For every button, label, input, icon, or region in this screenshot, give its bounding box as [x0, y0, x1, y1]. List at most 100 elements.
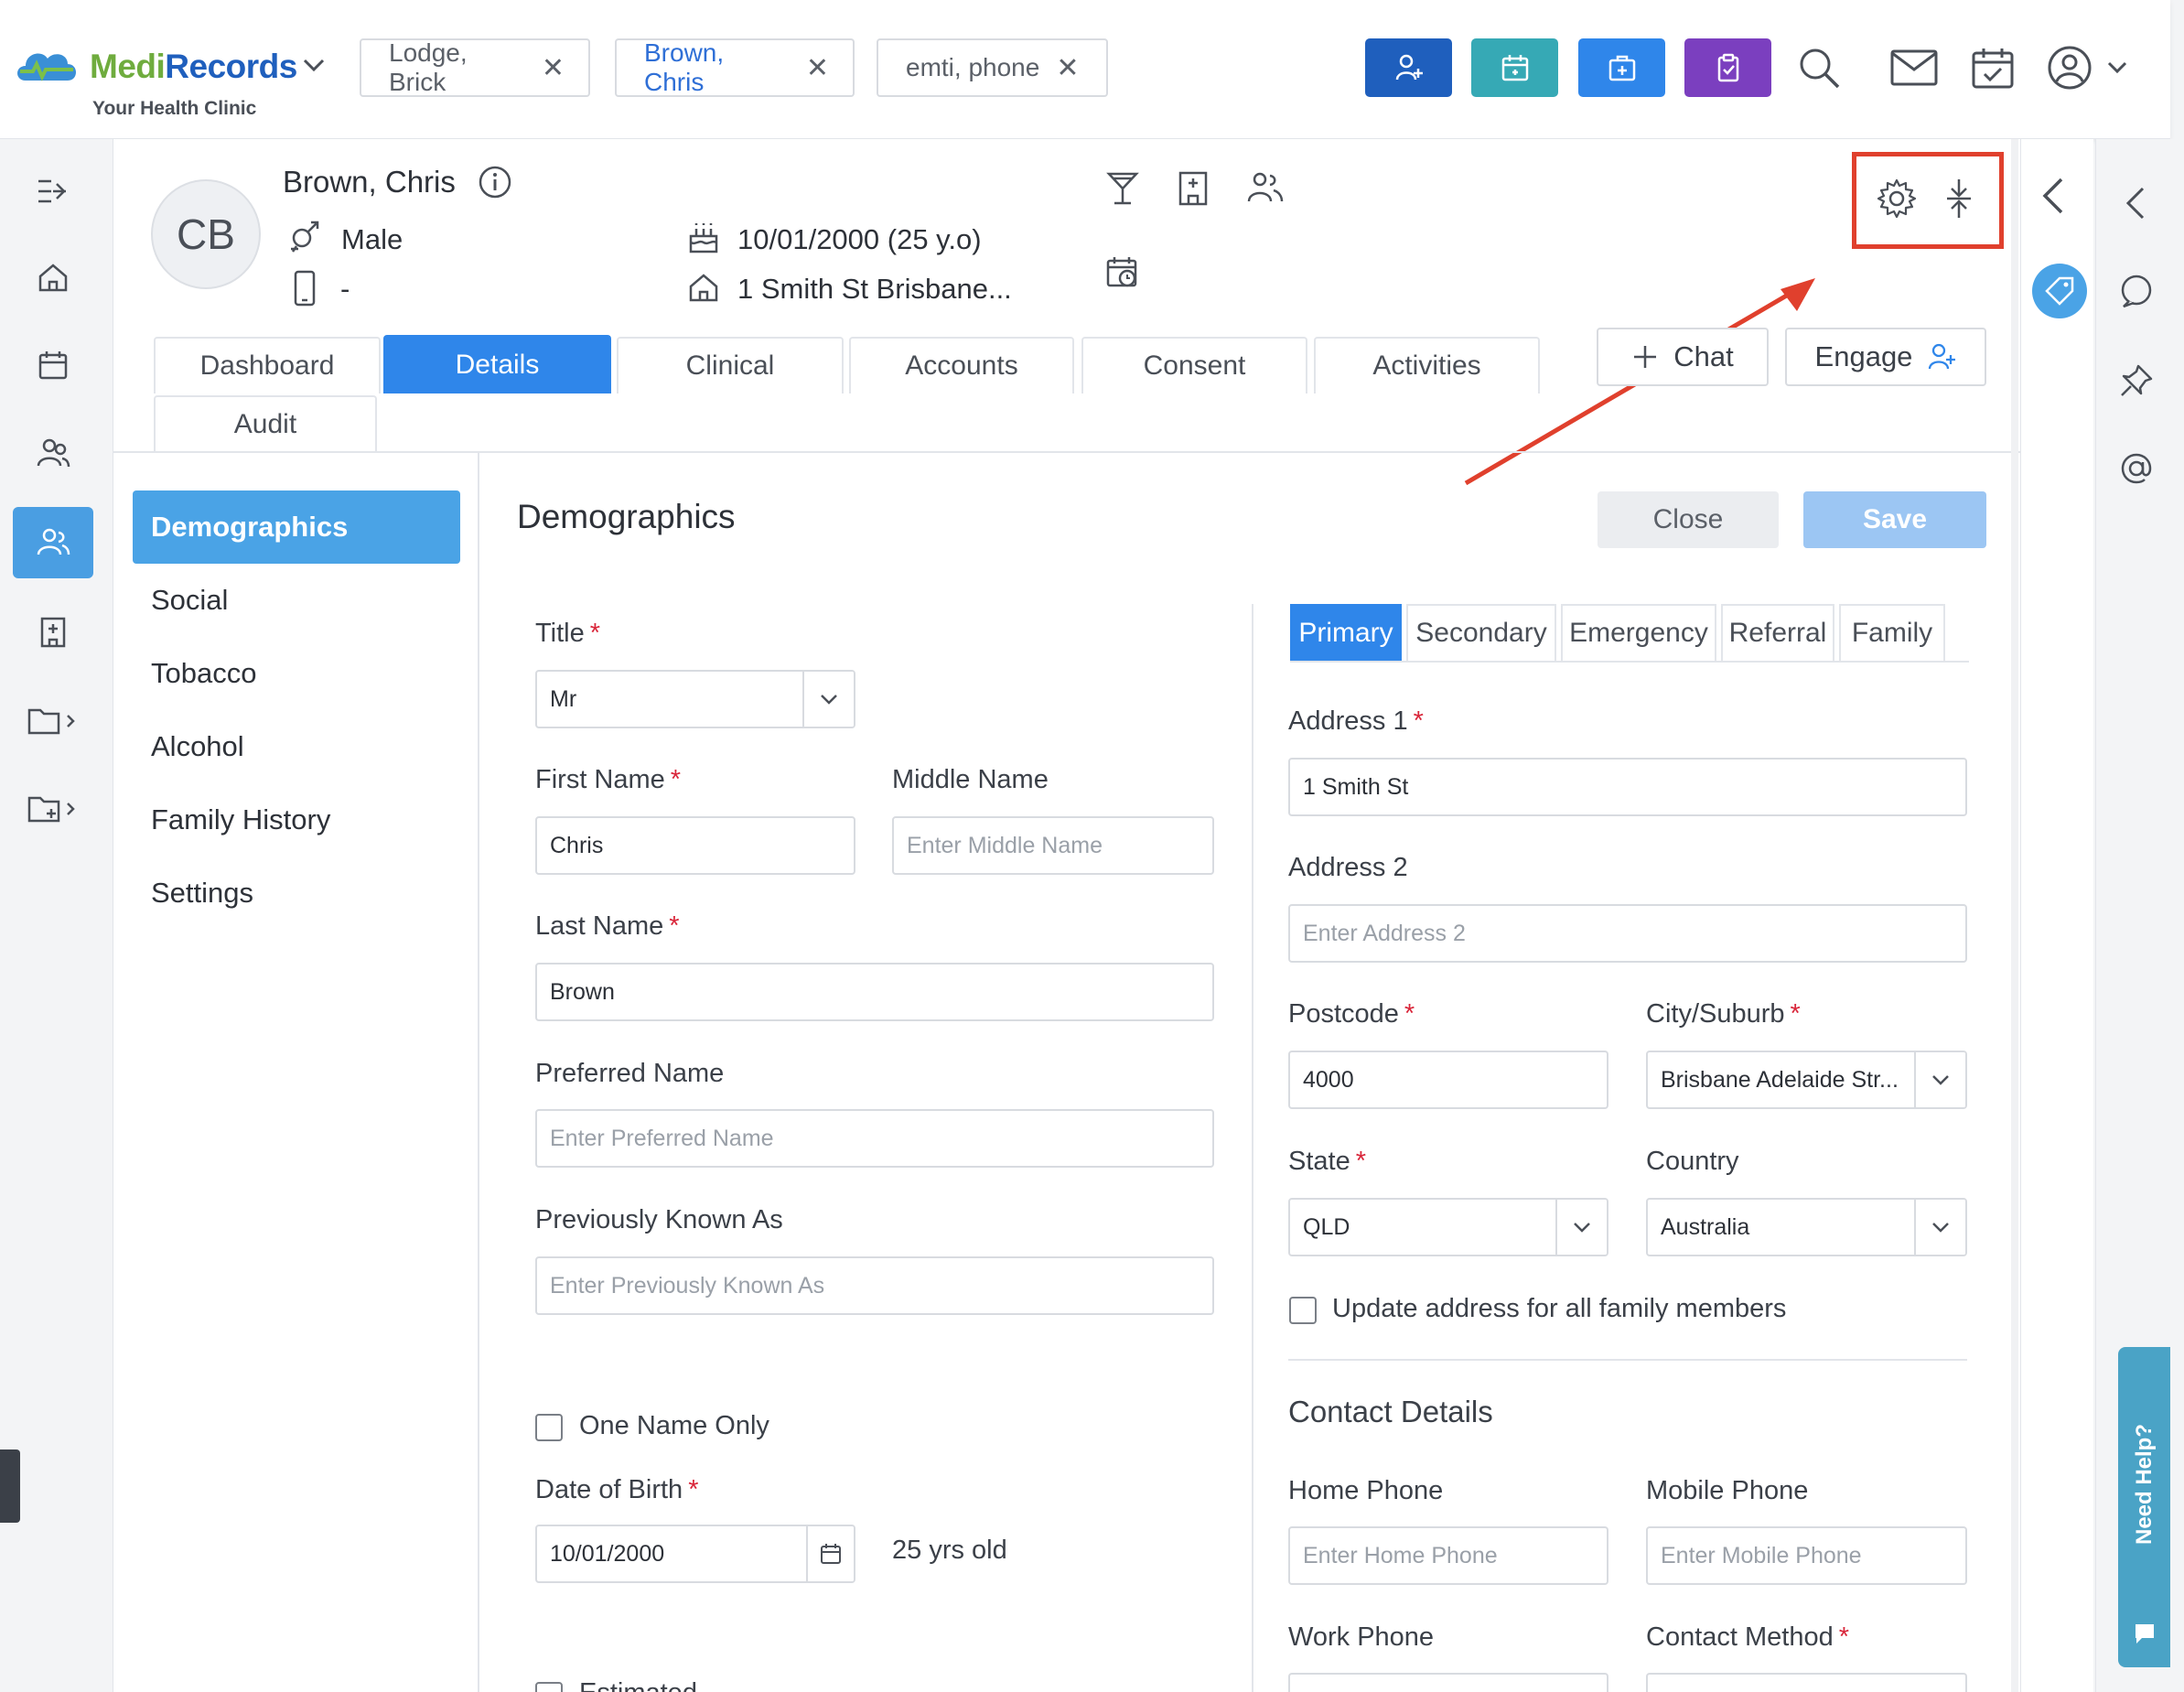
building-icon[interactable]	[1177, 170, 1210, 207]
home-phone-input[interactable]: Enter Home Phone	[1288, 1526, 1608, 1585]
calendar-clock-icon[interactable]	[1105, 254, 1142, 291]
patients-group-icon[interactable]	[13, 418, 93, 490]
home-icon[interactable]	[13, 242, 93, 313]
tab-clinical[interactable]: Clinical	[617, 337, 844, 393]
close-icon[interactable]: ✕	[806, 52, 829, 84]
chat-button[interactable]: Chat	[1597, 328, 1769, 386]
close-icon[interactable]: ✕	[542, 52, 565, 84]
state-select-value: QLD	[1303, 1213, 1350, 1240]
mail-icon[interactable]	[1888, 42, 1940, 93]
calendar-icon[interactable]	[806, 1526, 854, 1581]
previously-known-input[interactable]: Enter Previously Known As	[535, 1256, 1214, 1315]
estimated-checkbox[interactable]	[535, 1682, 563, 1692]
side-menu-tobacco[interactable]: Tobacco	[133, 637, 460, 710]
tab-dashboard[interactable]: Dashboard	[154, 337, 381, 393]
last-name-input[interactable]: Brown	[535, 963, 1214, 1021]
side-menu-family-history[interactable]: Family History	[133, 783, 460, 857]
patient-record-icon[interactable]	[13, 507, 93, 578]
info-icon[interactable]	[478, 165, 512, 199]
address2-input[interactable]: Enter Address 2	[1288, 904, 1967, 963]
brand-name[interactable]: MediRecords	[90, 48, 297, 86]
alcohol-glass-icon[interactable]	[1105, 170, 1140, 207]
address-tab-emergency[interactable]: Emergency	[1561, 604, 1716, 661]
user-account-icon[interactable]	[2044, 42, 2095, 93]
medical-kit-button[interactable]	[1578, 38, 1665, 97]
chevron-down-icon[interactable]	[1914, 1052, 1965, 1107]
one-name-only-checkbox[interactable]	[535, 1414, 563, 1441]
country-select[interactable]: Australia	[1646, 1198, 1967, 1256]
side-menu-divider	[478, 452, 479, 1692]
pin-icon[interactable]	[2118, 362, 2155, 399]
close-button[interactable]: Close	[1598, 491, 1779, 548]
main-scrollbar[interactable]	[2011, 139, 2018, 1692]
patient-address[interactable]: 1 Smith St Brisbane...	[737, 273, 1012, 306]
add-patient-button[interactable]	[1365, 38, 1452, 97]
dob-input[interactable]: 10/01/2000	[535, 1525, 855, 1583]
medical-kit-icon	[1607, 52, 1638, 83]
at-mention-icon[interactable]	[2118, 450, 2155, 487]
tab-consent[interactable]: Consent	[1081, 337, 1307, 393]
chevron-down-icon[interactable]	[802, 672, 854, 727]
calendar-check-icon[interactable]	[1967, 42, 2018, 93]
clipboard-button[interactable]	[1684, 38, 1771, 97]
patient-tab-lodge[interactable]: Lodge, Brick ✕	[360, 38, 590, 97]
state-select[interactable]: QLD	[1288, 1198, 1608, 1256]
chevron-left-icon[interactable]	[2124, 185, 2147, 221]
tab-activities[interactable]: Activities	[1314, 337, 1540, 393]
work-phone-input[interactable]	[1288, 1673, 1608, 1692]
patient-tab-brown[interactable]: Brown, Chris ✕	[615, 38, 855, 97]
mobile-phone-input[interactable]: Enter Mobile Phone	[1646, 1526, 1967, 1585]
patient-tab-label: Brown, Chris	[644, 38, 725, 96]
hospital-icon[interactable]	[13, 597, 93, 668]
family-icon[interactable]	[1246, 170, 1285, 207]
address-tab-family[interactable]: Family	[1839, 604, 1945, 661]
appointment-button[interactable]	[1471, 38, 1558, 97]
side-drawer-handle[interactable]	[0, 1450, 20, 1523]
side-menu-social[interactable]: Social	[133, 564, 460, 637]
title-select[interactable]: Mr	[535, 670, 855, 728]
side-menu-alcohol[interactable]: Alcohol	[133, 710, 460, 783]
tab-details[interactable]: Details	[383, 335, 611, 393]
need-help-tab[interactable]: Need Help?	[2118, 1347, 2170, 1667]
tab-audit[interactable]: Audit	[154, 395, 377, 452]
comment-icon[interactable]	[2118, 273, 2155, 309]
right-panel-strip	[2020, 139, 2093, 1692]
search-icon[interactable]	[1793, 42, 1845, 93]
address-tabs-divider	[1290, 661, 1969, 663]
close-icon[interactable]: ✕	[1056, 52, 1079, 84]
side-menu-settings[interactable]: Settings	[133, 857, 460, 930]
city-select[interactable]: Brisbane Adelaide Str...	[1646, 1051, 1967, 1109]
tag-icon[interactable]	[2032, 264, 2087, 318]
one-name-only-label: One Name Only	[579, 1411, 769, 1440]
patient-name[interactable]: Brown, Chris	[283, 165, 456, 199]
address-tab-referral[interactable]: Referral	[1721, 604, 1834, 661]
estimated-label: Estimated	[579, 1678, 697, 1692]
chevron-left-icon[interactable]	[2039, 176, 2067, 216]
address-tab-secondary[interactable]: Secondary	[1406, 604, 1556, 661]
update-family-address-checkbox[interactable]	[1289, 1297, 1317, 1324]
save-button[interactable]: Save	[1803, 491, 1986, 548]
folder-icon[interactable]	[13, 684, 93, 756]
chevron-down-icon[interactable]	[2099, 42, 2136, 93]
side-menu-demographics[interactable]: Demographics	[133, 490, 460, 564]
postcode-input[interactable]: 4000	[1288, 1051, 1608, 1109]
cloud-logo-icon	[13, 44, 81, 86]
chevron-down-icon[interactable]	[1914, 1200, 1965, 1255]
appointment-icon	[1500, 52, 1531, 83]
contact-method-select[interactable]	[1646, 1673, 1967, 1692]
patient-tab-emti[interactable]: emti, phone ✕	[877, 38, 1108, 97]
country-label: Country	[1646, 1147, 1739, 1176]
tab-accounts[interactable]: Accounts	[849, 337, 1074, 393]
engage-button[interactable]: Engage	[1785, 328, 1986, 386]
chevron-down-icon[interactable]	[302, 57, 326, 73]
middle-name-input[interactable]: Enter Middle Name	[892, 816, 1214, 875]
expand-menu-icon[interactable]	[13, 156, 93, 227]
folder-add-icon[interactable]	[13, 772, 93, 844]
preferred-name-input[interactable]: Enter Preferred Name	[535, 1109, 1214, 1168]
address1-input[interactable]: 1 Smith St	[1288, 758, 1967, 816]
calendar-icon[interactable]	[13, 329, 93, 401]
chevron-down-icon[interactable]	[1555, 1200, 1607, 1255]
address-tab-primary[interactable]: Primary	[1290, 604, 1402, 661]
first-name-input[interactable]: Chris	[535, 816, 855, 875]
last-name-label: Last Name *	[535, 911, 680, 941]
